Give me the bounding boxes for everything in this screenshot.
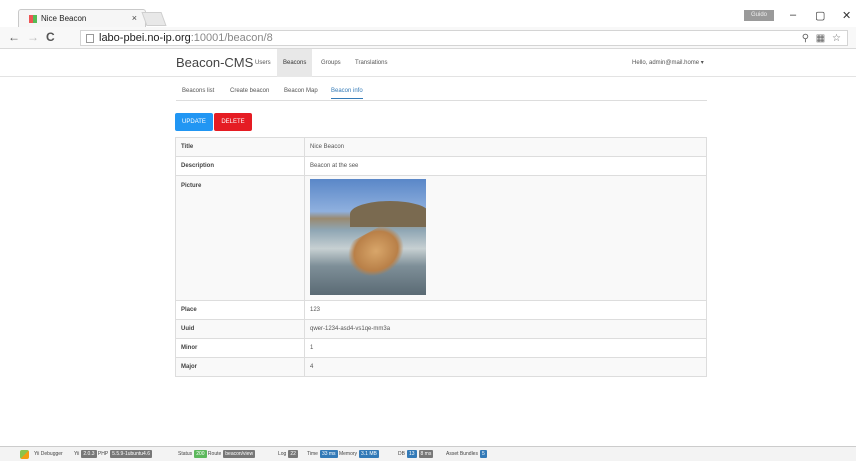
tab-close-icon[interactable]: × [132,10,137,27]
user-badge[interactable]: Guido [744,10,774,21]
row-label-picture: Picture [175,175,305,301]
delete-button[interactable]: DELETE [214,113,252,131]
row-value-place: 123 [304,300,707,320]
route-value: beacon/view [223,450,256,458]
table-row: Major 4 [175,357,707,377]
nav-translations[interactable]: Translations [349,49,393,77]
new-tab-button[interactable] [141,12,167,26]
row-label-description: Description [175,156,305,176]
log-label: Log [278,451,287,457]
forward-icon[interactable]: → [27,30,39,44]
debug-toolbar: Yii Debugger Yii 2.0.3 PHP 5.5.9-1ubuntu4.… [0,446,856,461]
tab-beacon-map[interactable]: Beacon Map [284,84,318,98]
row-value-title: Nice Beacon [304,137,707,157]
db-time: 8 ms [418,450,434,458]
row-label-major: Major [175,357,305,377]
bundles-label: Asset Bundles [446,451,478,457]
row-label-place: Place [175,300,305,320]
zoom-translate-star-icons[interactable]: ⚲ ▦ ☆ [802,31,843,46]
row-label-title: Title [175,137,305,157]
time-label: Time [307,451,318,457]
close-window-icon[interactable]: ✕ [842,9,851,22]
browser-tabbar: Nice Beacon × Guido – ▢ ✕ [0,0,856,27]
address-bar-row: ← → C labo-pbei.no-ip.org:10001/beacon/8… [0,27,856,68]
table-row: Title Nice Beacon [175,137,707,157]
beacon-subtabs: Beacons list Create beacon Beacon Map Be… [176,84,707,101]
minimize-icon[interactable]: – [790,9,796,21]
table-row: Uuid qwer-1234-asd4-vs1qe-mm3a [175,319,707,339]
php-label: PHP [97,451,109,457]
bundles-value: 5 [479,450,487,458]
app-navbar: Beacon-CMS Users Beacons Groups Translat… [0,49,856,77]
beacon-detail-table: Title Nice Beacon Description Beacon at … [175,137,707,377]
tab-beacons-list[interactable]: Beacons list [182,84,214,98]
yii-logo-icon[interactable] [20,450,29,459]
update-button[interactable]: UPDATE [175,113,213,131]
debug-db[interactable]: DB 13 8 ms [398,447,434,461]
tab-beacon-info[interactable]: Beacon info [331,84,363,99]
yii-label: Yii [74,451,80,457]
debug-status[interactable]: Status 200 Route beacon/view [178,447,256,461]
beacon-picture [310,179,426,295]
memory-value: 3.1 MB [359,450,379,458]
debugger-label[interactable]: Yii Debugger [34,447,63,461]
row-value-description: Beacon at the see [304,156,707,176]
browser-tab[interactable]: Nice Beacon × [18,9,146,27]
memory-label: Memory [338,451,358,457]
url-input[interactable]: labo-pbei.no-ip.org:10001/beacon/8 ⚲ ▦ ☆ [80,30,848,46]
debug-bundles[interactable]: Asset Bundles 5 [446,447,487,461]
db-count: 13 [406,450,417,458]
row-value-picture [304,175,707,301]
debug-versions[interactable]: Yii 2.0.3 PHP 5.5.9-1ubuntu4.6 [74,447,152,461]
table-row: Minor 1 [175,338,707,358]
page-icon [86,34,94,43]
table-row: Place 123 [175,300,707,320]
time-value: 33 ms [319,450,338,458]
nav-users[interactable]: Users [249,49,277,77]
debug-time-memory[interactable]: Time 33 ms Memory 3.1 MB [307,447,379,461]
row-label-uuid: Uuid [175,319,305,339]
picture-cat [341,219,413,287]
status-label: Status [178,451,193,457]
favicon-icon [29,14,37,23]
user-menu[interactable]: Hello, admin@mail.home ▾ [632,49,704,77]
row-value-uuid: qwer-1234-asd4-vs1qe-mm3a [304,319,707,339]
reload-icon[interactable]: C [46,30,55,44]
tab-create-beacon[interactable]: Create beacon [230,84,269,98]
nav-beacons[interactable]: Beacons [277,49,313,77]
route-label: Route [207,451,222,457]
debug-log[interactable]: Log 22 [278,447,298,461]
php-version: 5.5.9-1ubuntu4.6 [110,450,152,458]
url-path: :10001/beacon/8 [190,32,273,44]
row-value-major: 4 [304,357,707,377]
tab-title: Nice Beacon [41,14,87,23]
url-host: labo-pbei.no-ip.org [99,32,191,44]
table-row: Description Beacon at the see [175,156,707,176]
table-row: Picture [175,175,707,301]
row-label-minor: Minor [175,338,305,358]
log-value: 22 [288,450,298,458]
row-value-minor: 1 [304,338,707,358]
nav-groups[interactable]: Groups [315,49,347,77]
yii-version: 2.0.3 [81,450,97,458]
back-icon[interactable]: ← [8,30,20,44]
status-value: 200 [194,450,207,458]
db-label: DB [398,451,405,457]
maximize-icon[interactable]: ▢ [815,9,825,22]
brand-logo[interactable]: Beacon-CMS [176,55,253,70]
